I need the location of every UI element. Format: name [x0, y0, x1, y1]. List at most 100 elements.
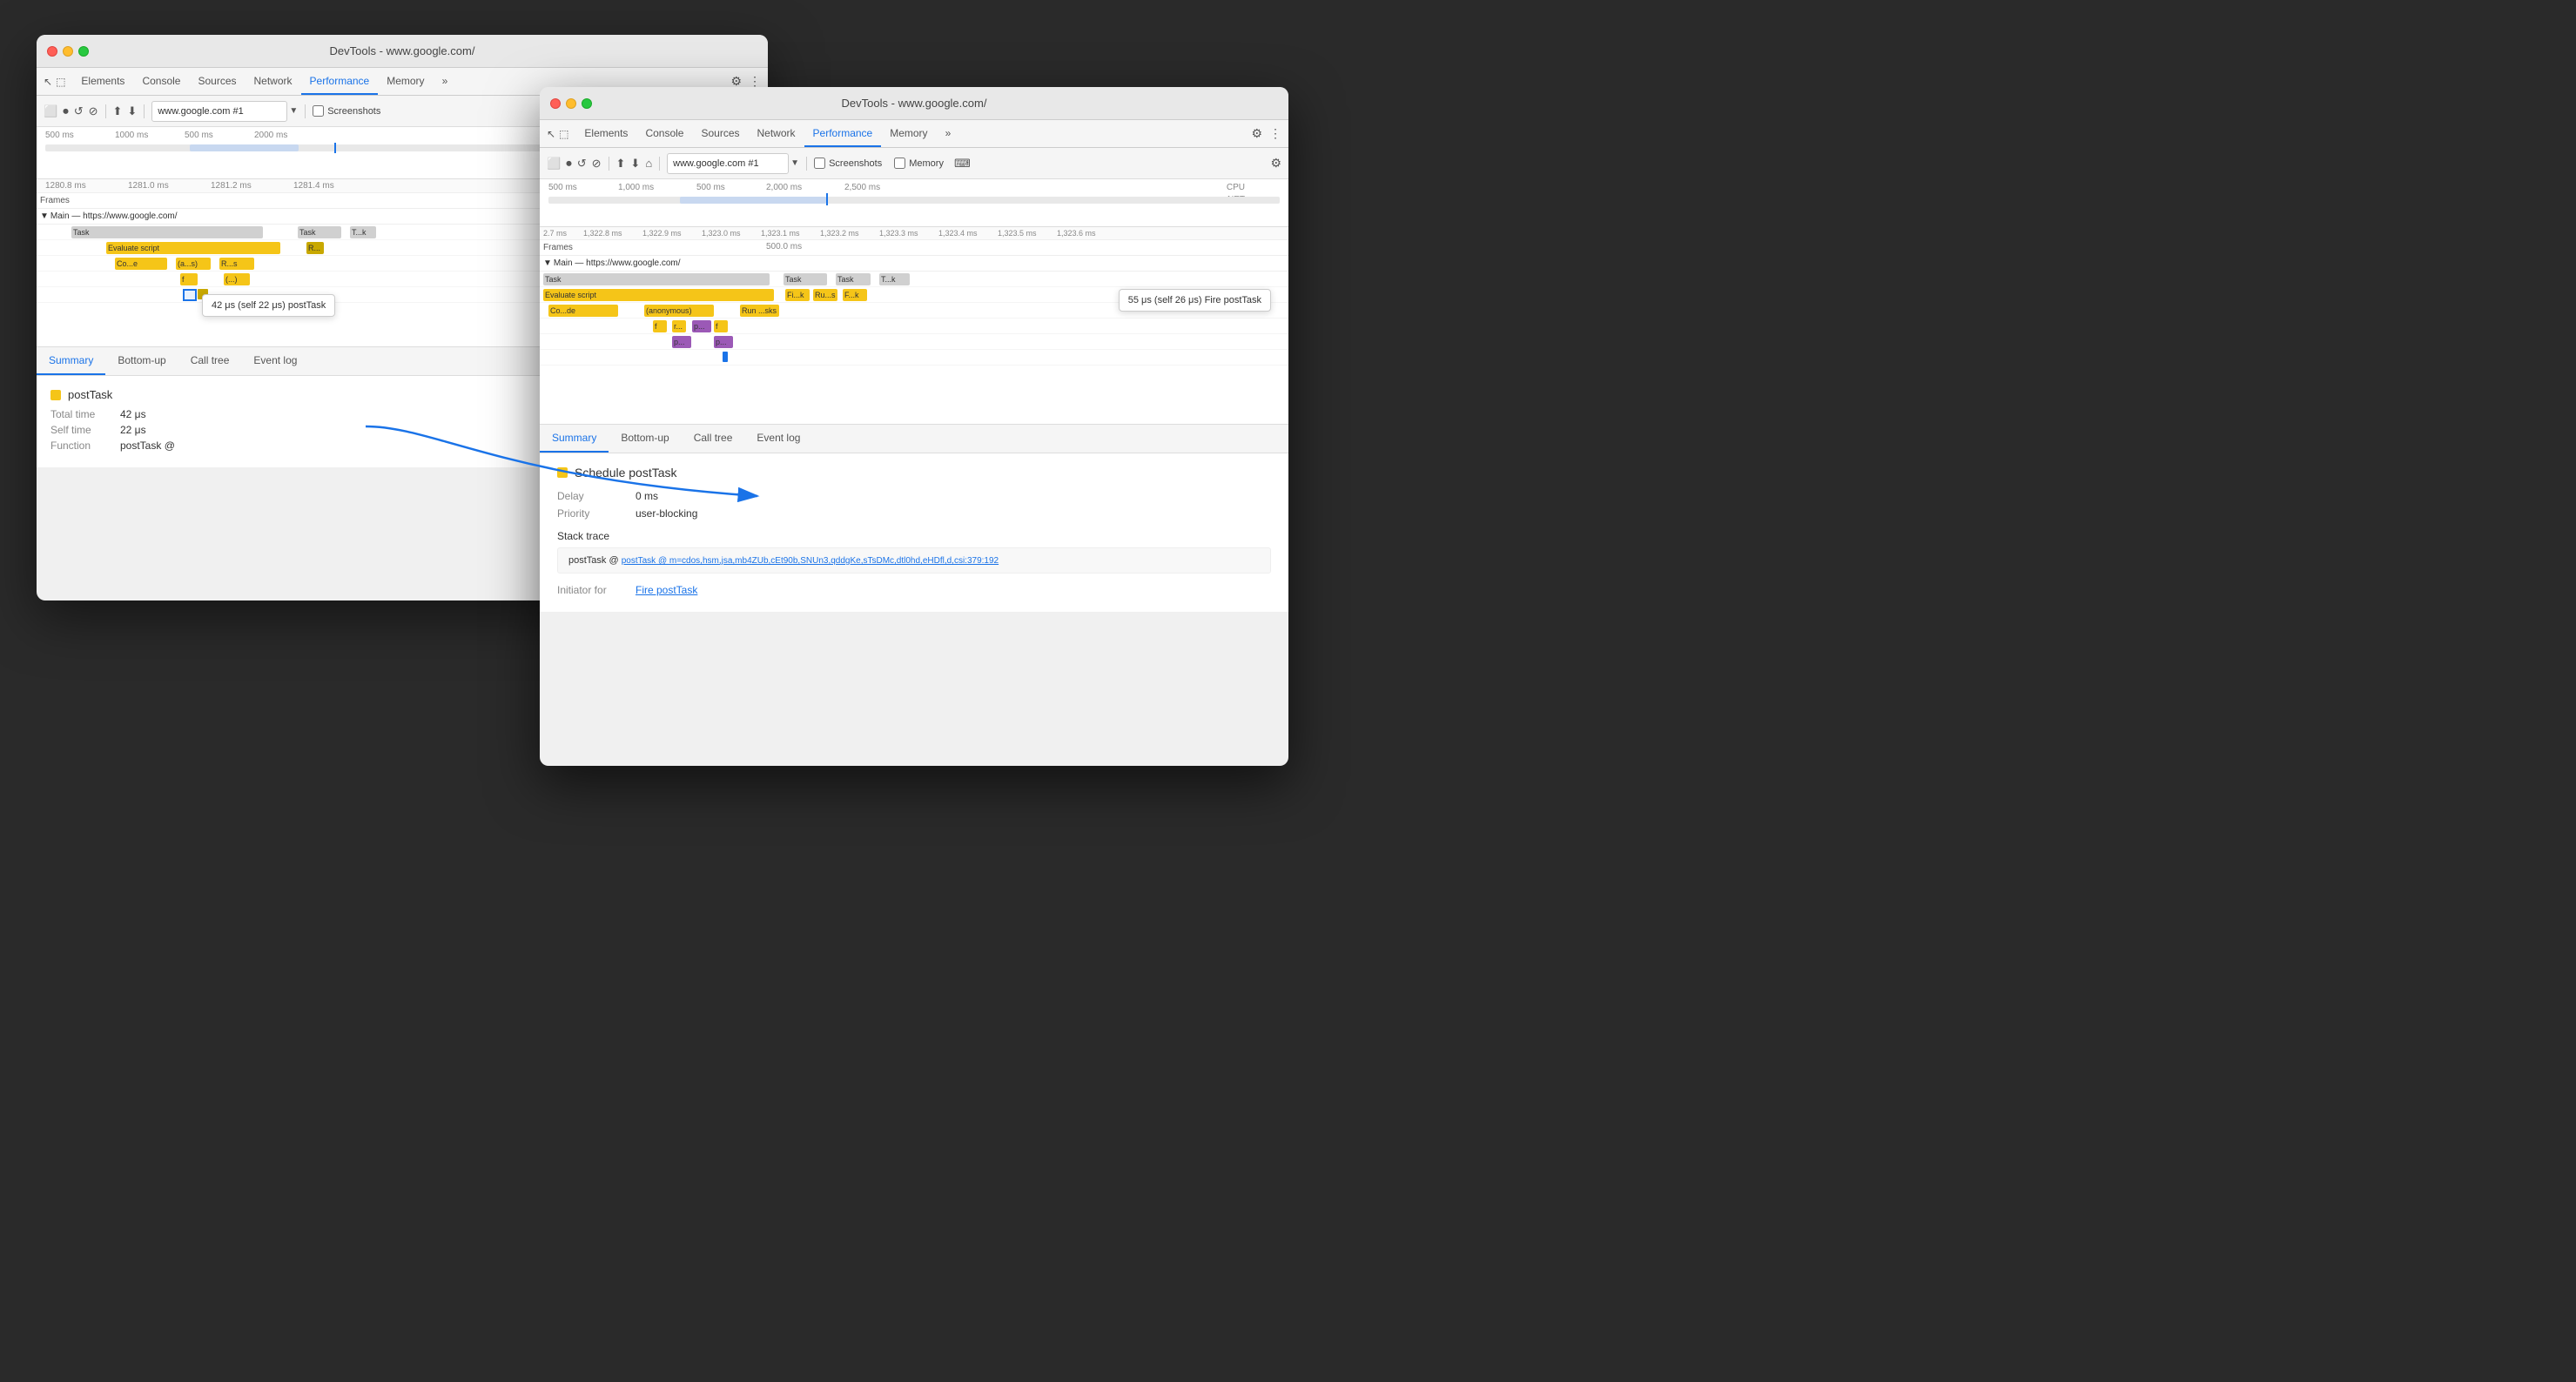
- initiator-val-2[interactable]: Fire postTask: [636, 584, 697, 596]
- tab-sources-1[interactable]: Sources: [189, 68, 245, 95]
- task-bar-2b[interactable]: Task: [836, 273, 871, 285]
- record-icon-1[interactable]: ⏺: [63, 104, 69, 118]
- summary-tab-1[interactable]: Summary: [37, 347, 105, 375]
- collapse-icon-2[interactable]: ▼: [543, 258, 552, 268]
- url-input-1[interactable]: [151, 101, 287, 122]
- priority-key-2: Priority: [557, 507, 636, 520]
- p3-bar-2[interactable]: p...: [714, 336, 733, 348]
- maximize-button-2[interactable]: [582, 98, 592, 109]
- clear-icon-2[interactable]: ⊘: [592, 157, 602, 171]
- task-bar-2a[interactable]: Task: [784, 273, 827, 285]
- delay-val-2: 0 ms: [636, 490, 658, 502]
- keyboard-icon-2: ⌨: [954, 157, 971, 171]
- record-icon-2[interactable]: ⏺: [566, 157, 572, 171]
- task-bar-main-2[interactable]: Task: [543, 273, 770, 285]
- upload-icon-1[interactable]: ⬆: [113, 104, 123, 118]
- fk-bar-2[interactable]: F...k: [843, 289, 867, 301]
- tab-more-1[interactable]: »: [434, 68, 457, 95]
- function-val-1: postTask @: [120, 439, 175, 452]
- dropdown-icon-2[interactable]: ▼: [790, 158, 799, 168]
- time-0-1: 1280.8 ms: [45, 181, 128, 191]
- collapse-icon-1[interactable]: ▼: [40, 211, 49, 221]
- 500ms-marker-2: 500.0 ms: [766, 242, 802, 252]
- tab-console-1[interactable]: Console: [133, 68, 189, 95]
- tab-elements-2[interactable]: Elements: [575, 120, 636, 147]
- tab-console-2[interactable]: Console: [636, 120, 692, 147]
- run-sks-bar-2[interactable]: Run ...sks: [740, 305, 779, 317]
- close-button-2[interactable]: [550, 98, 561, 109]
- summary-tab-2[interactable]: Summary: [540, 425, 609, 453]
- tab-sources-2[interactable]: Sources: [692, 120, 748, 147]
- p2-bar-2[interactable]: p...: [672, 336, 691, 348]
- timeline-overview-2[interactable]: 500 ms 1,000 ms 500 ms 2,000 ms 2,500 ms…: [540, 179, 1288, 227]
- settings-icon-2[interactable]: ⚙: [1251, 126, 1262, 141]
- evaluate-script-2[interactable]: Evaluate script: [543, 289, 774, 301]
- sep-5: [659, 157, 660, 171]
- minimize-button-1[interactable]: [63, 46, 73, 57]
- screenshots-checkbox-2[interactable]: Screenshots: [814, 158, 882, 169]
- clear-icon-1[interactable]: ⊘: [89, 104, 98, 118]
- fi-bar-2[interactable]: Fi...k: [785, 289, 810, 301]
- code-bar-2[interactable]: Co...de: [548, 305, 618, 317]
- r-bar-2[interactable]: r...: [672, 320, 686, 332]
- evaluate-script-bar-1[interactable]: Evaluate script: [106, 242, 280, 254]
- screenshots-check-1[interactable]: [313, 105, 324, 117]
- f-bar-1[interactable]: f: [180, 273, 198, 285]
- task-bar-3[interactable]: T...k: [350, 226, 376, 238]
- summary-swatch-2: [557, 467, 568, 478]
- tab-performance-1[interactable]: Performance: [301, 68, 379, 95]
- memory-checkbox-2[interactable]: Memory: [894, 158, 944, 169]
- home-icon-2[interactable]: ⌂: [645, 157, 652, 170]
- f-bar-2[interactable]: f: [653, 320, 667, 332]
- r-bar-1[interactable]: R...: [306, 242, 324, 254]
- task-bar-2[interactable]: Task: [298, 226, 341, 238]
- p-bar-2[interactable]: p...: [692, 320, 711, 332]
- close-button-1[interactable]: [47, 46, 57, 57]
- stack-prefix-2: postTask @: [568, 555, 622, 566]
- task-bar-2c[interactable]: T...k: [879, 273, 910, 285]
- stack-trace-link-2[interactable]: postTask @ m=cdos,hsm,jsa,mb4ZUb,cEt90b,…: [622, 556, 999, 566]
- code-bar-1[interactable]: Co...e: [115, 258, 167, 270]
- screenshots-checkbox-1[interactable]: Screenshots: [313, 105, 380, 117]
- download-icon-1[interactable]: ⬇: [127, 104, 137, 118]
- event-log-tab-1[interactable]: Event log: [241, 347, 309, 375]
- screenshots-check-2[interactable]: [814, 158, 825, 169]
- bottom-up-tab-2[interactable]: Bottom-up: [609, 425, 681, 453]
- tab-bar-2: ↖ ⬚ Elements Console Sources Network Per…: [540, 120, 1288, 148]
- summary-panel-2: Schedule postTask Delay 0 ms Priority us…: [540, 453, 1288, 612]
- anon-bar-1[interactable]: (a...s): [176, 258, 211, 270]
- cursor-icon-2: ↖: [547, 128, 555, 140]
- tab-elements-1[interactable]: Elements: [72, 68, 133, 95]
- tab-network-1[interactable]: Network: [245, 68, 301, 95]
- tab-memory-1[interactable]: Memory: [378, 68, 433, 95]
- reload-icon-2[interactable]: ↺: [577, 157, 587, 171]
- settings2-icon-2[interactable]: ⚙: [1270, 156, 1281, 171]
- maximize-button-1[interactable]: [78, 46, 89, 57]
- bottom-up-tab-1[interactable]: Bottom-up: [105, 347, 178, 375]
- call-tree-tab-1[interactable]: Call tree: [178, 347, 242, 375]
- dropdown-icon-1[interactable]: ▼: [289, 106, 298, 116]
- tab-network-2[interactable]: Network: [749, 120, 804, 147]
- event-log-tab-2[interactable]: Event log: [744, 425, 812, 453]
- flamechart-2[interactable]: Task Task Task T...k Evaluate script Fi.…: [540, 272, 1288, 424]
- tiny-bar-2[interactable]: [723, 352, 728, 362]
- frames-row-2: Frames 500.0 ms: [540, 240, 1288, 256]
- url-input-2[interactable]: [667, 153, 789, 174]
- tab-more-2[interactable]: »: [937, 120, 960, 147]
- f2-bar-2[interactable]: f: [714, 320, 728, 332]
- runs-bar-2[interactable]: Ru...s: [813, 289, 837, 301]
- dotdot-bar-1[interactable]: (...): [224, 273, 250, 285]
- tooltip-2: 55 μs (self 26 μs) Fire postTask: [1119, 289, 1271, 312]
- more-icon-2[interactable]: ⋮: [1269, 126, 1281, 141]
- call-tree-tab-2[interactable]: Call tree: [682, 425, 745, 453]
- rs-bar-1[interactable]: R...s: [219, 258, 254, 270]
- reload-icon-1[interactable]: ↺: [74, 104, 84, 118]
- minimize-button-2[interactable]: [566, 98, 576, 109]
- memory-check-2[interactable]: [894, 158, 905, 169]
- upload-icon-2[interactable]: ⬆: [616, 157, 626, 171]
- task-bar-1[interactable]: Task: [71, 226, 263, 238]
- download-icon-2[interactable]: ⬇: [630, 157, 640, 171]
- anon-bar-2[interactable]: (anonymous): [644, 305, 714, 317]
- tab-memory-2[interactable]: Memory: [881, 120, 936, 147]
- tab-performance-2[interactable]: Performance: [804, 120, 882, 147]
